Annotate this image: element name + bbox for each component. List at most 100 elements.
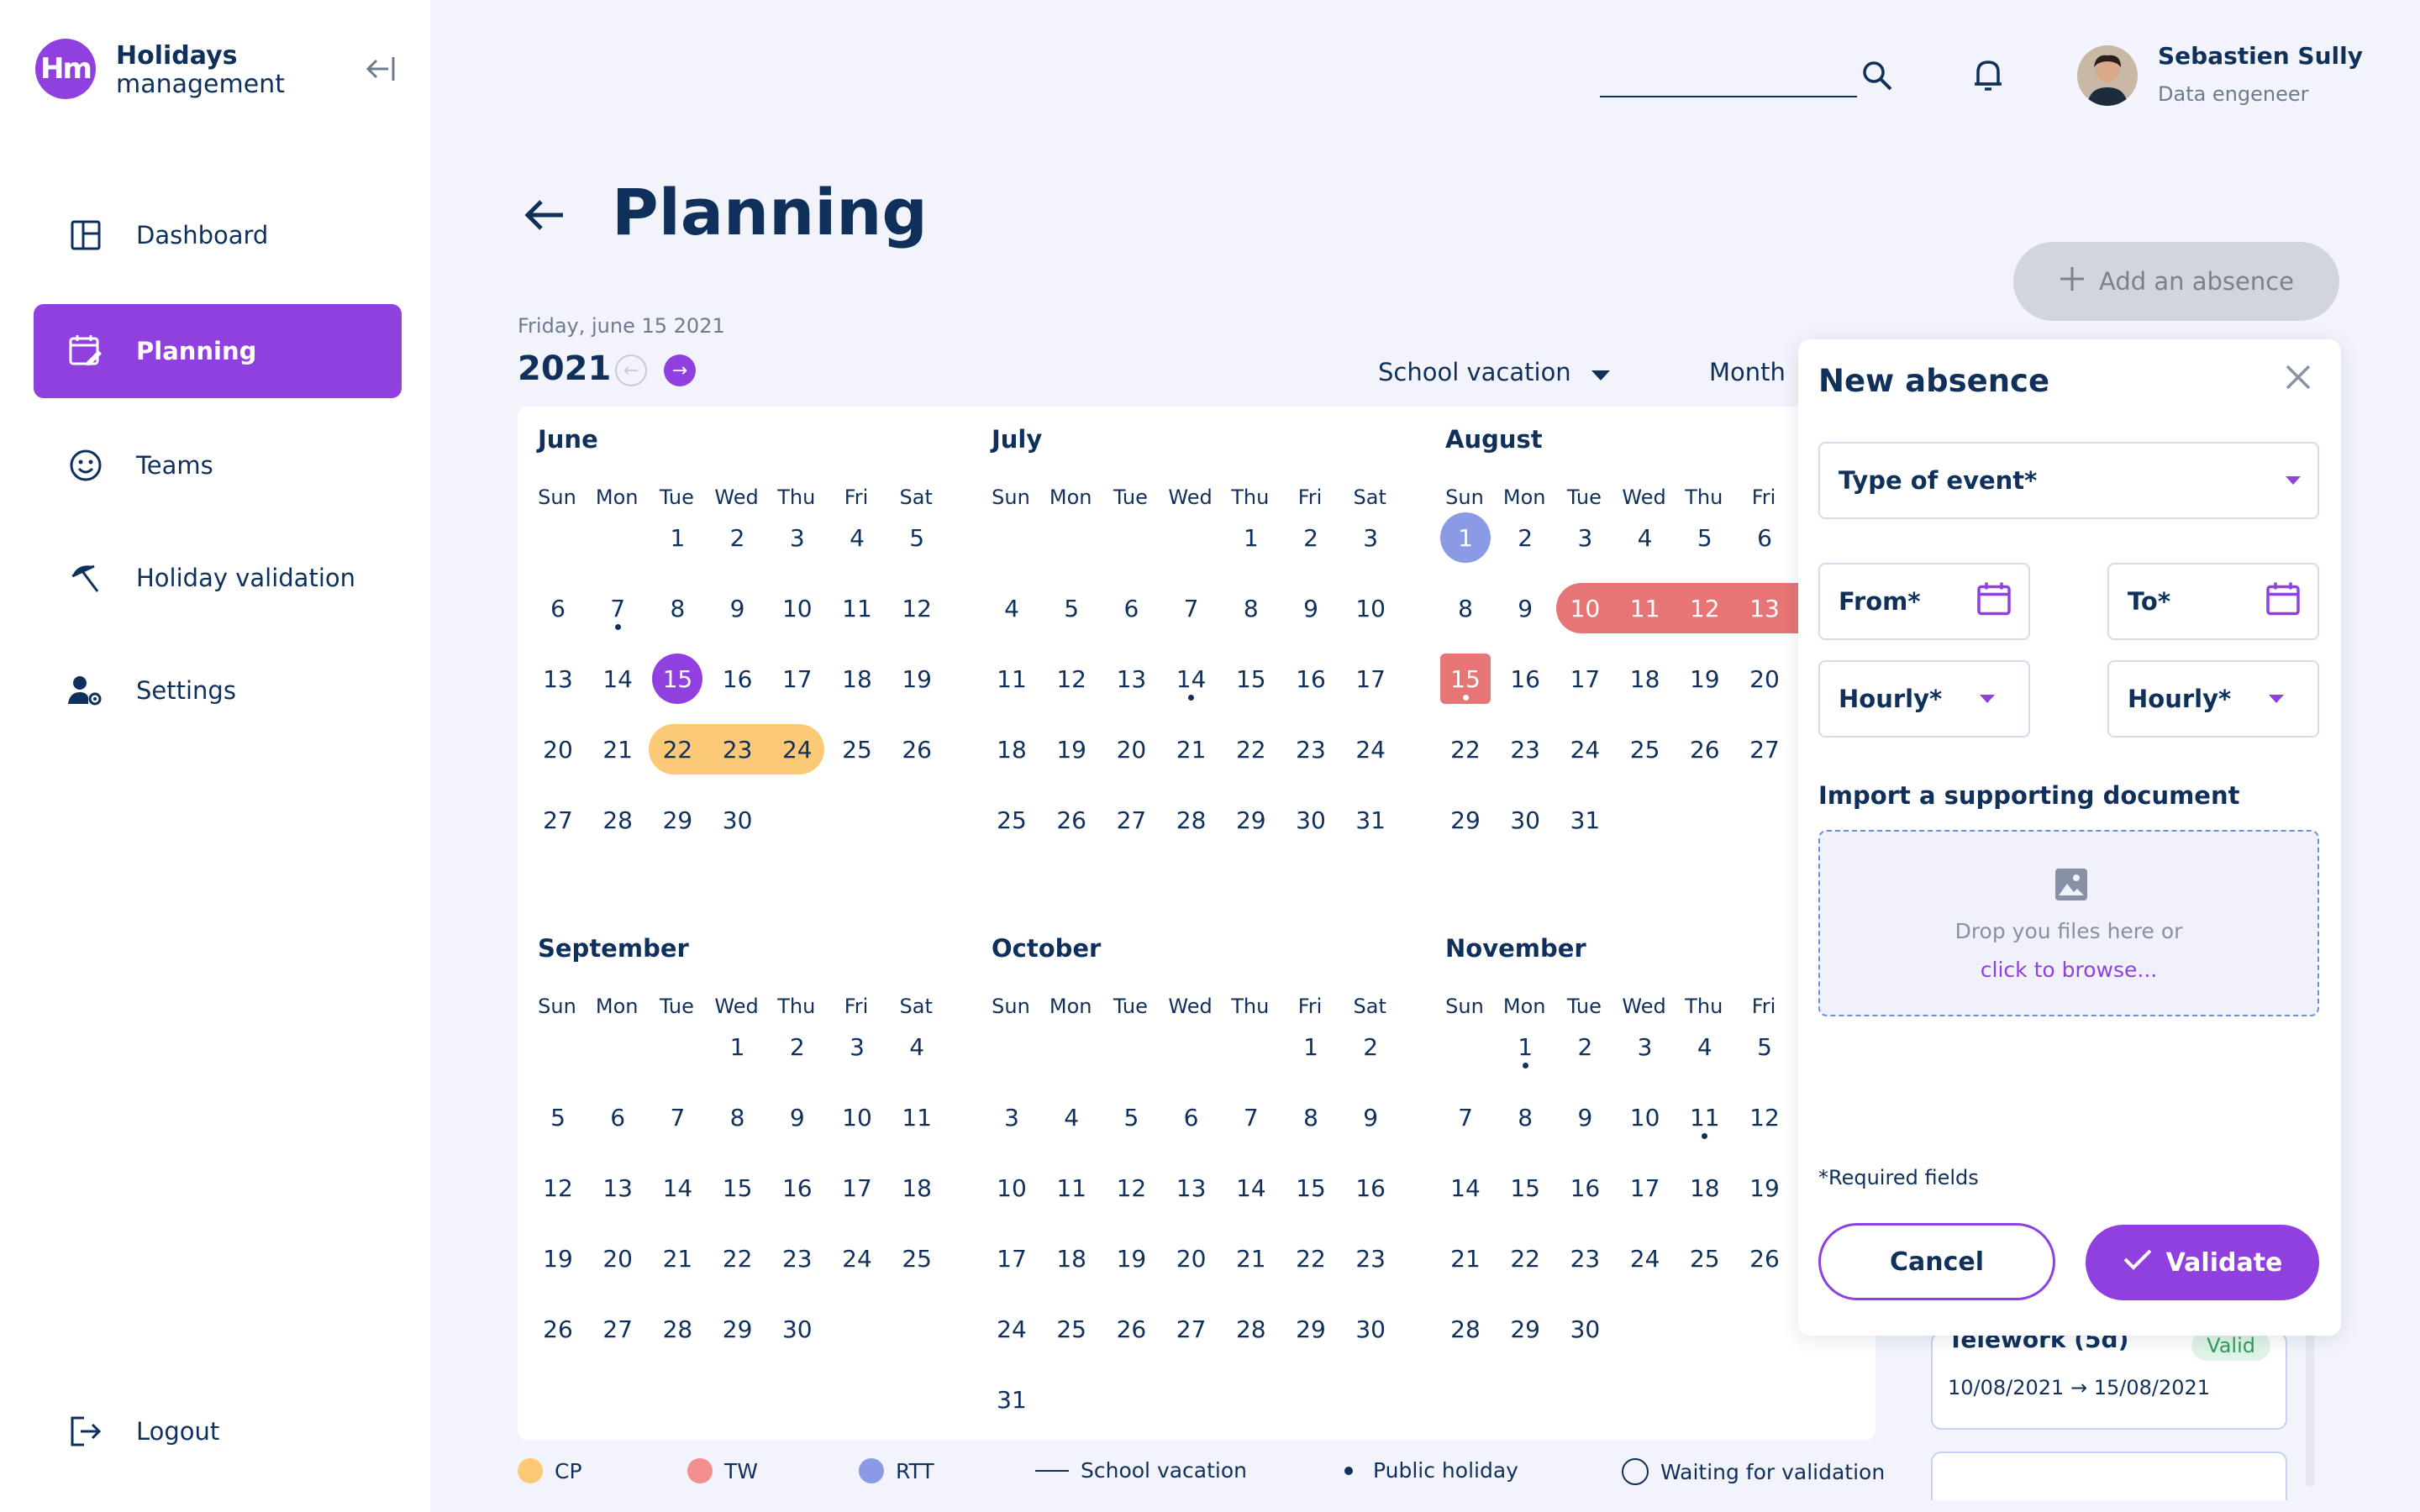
calendar-day[interactable]: 12 xyxy=(1106,1163,1156,1213)
calendar-day[interactable]: 7 xyxy=(1440,1092,1491,1142)
calendar-day[interactable]: 21 xyxy=(652,1233,702,1284)
request-card[interactable] xyxy=(1931,1452,2287,1500)
calendar-day[interactable]: 25 xyxy=(1620,724,1670,774)
calendar-day[interactable]: 15 xyxy=(1286,1163,1336,1213)
calendar-day[interactable]: 5 xyxy=(1106,1092,1156,1142)
calendar-day[interactable]: 6 xyxy=(1166,1092,1217,1142)
calendar-day[interactable]: 26 xyxy=(1046,795,1097,845)
calendar-day[interactable]: 21 xyxy=(1226,1233,1276,1284)
calendar-day[interactable]: 17 xyxy=(1345,654,1396,704)
calendar-day[interactable]: 11 xyxy=(1620,583,1670,633)
search-input[interactable] xyxy=(1600,96,1857,97)
calendar-day[interactable]: 25 xyxy=(1680,1233,1730,1284)
calendar-day[interactable]: 2 xyxy=(713,512,763,563)
calendar-day[interactable]: 4 xyxy=(1680,1021,1730,1072)
calendar-day[interactable]: 4 xyxy=(832,512,882,563)
calendar-day[interactable]: 1 xyxy=(713,1021,763,1072)
file-dropzone[interactable]: Drop you files here or click to browse..… xyxy=(1818,830,2319,1016)
calendar-day[interactable]: 7 xyxy=(652,1092,702,1142)
next-year-button[interactable]: → xyxy=(664,354,696,386)
calendar-day[interactable]: 10 xyxy=(1345,583,1396,633)
event-type-select[interactable]: Type of event* xyxy=(1818,442,2319,519)
calendar-day[interactable]: 26 xyxy=(1680,724,1730,774)
calendar-day[interactable]: 28 xyxy=(652,1304,702,1354)
calendar-day[interactable]: 26 xyxy=(1106,1304,1156,1354)
calendar-day[interactable]: 14 xyxy=(1226,1163,1276,1213)
calendar-day[interactable]: 10 xyxy=(1560,583,1610,633)
calendar-day[interactable]: 29 xyxy=(652,795,702,845)
validate-button[interactable]: Validate xyxy=(2086,1225,2319,1300)
calendar-day[interactable]: 19 xyxy=(1046,724,1097,774)
calendar-day[interactable]: 1 xyxy=(1500,1021,1550,1072)
calendar-day[interactable]: 24 xyxy=(772,724,823,774)
calendar-day[interactable]: 7 xyxy=(1166,583,1217,633)
calendar-day[interactable]: 3 xyxy=(832,1021,882,1072)
calendar-day[interactable]: 31 xyxy=(986,1374,1037,1425)
calendar-day[interactable]: 5 xyxy=(533,1092,583,1142)
calendar-day[interactable]: 4 xyxy=(892,1021,942,1072)
calendar-day[interactable]: 9 xyxy=(1345,1092,1396,1142)
calendar-day[interactable]: 3 xyxy=(1345,512,1396,563)
calendar-day[interactable]: 3 xyxy=(1560,512,1610,563)
add-absence-button[interactable]: Add an absence xyxy=(2013,242,2339,321)
calendar-day[interactable]: 18 xyxy=(832,654,882,704)
calendar-day[interactable]: 3 xyxy=(986,1092,1037,1142)
calendar-day[interactable]: 11 xyxy=(832,583,882,633)
calendar-day[interactable]: 8 xyxy=(652,583,702,633)
calendar-day[interactable]: 16 xyxy=(1500,654,1550,704)
calendar-day[interactable]: 23 xyxy=(1560,1233,1610,1284)
browse-link[interactable]: click to browse... xyxy=(1820,958,2317,982)
calendar-day[interactable]: 13 xyxy=(1166,1163,1217,1213)
calendar-day[interactable]: 21 xyxy=(1440,1233,1491,1284)
calendar-day[interactable]: 1 xyxy=(652,512,702,563)
calendar-day[interactable]: 8 xyxy=(1440,583,1491,633)
calendar-day[interactable]: 7 xyxy=(1226,1092,1276,1142)
calendar-day[interactable]: 29 xyxy=(713,1304,763,1354)
calendar-day[interactable]: 17 xyxy=(772,654,823,704)
calendar-day[interactable]: 13 xyxy=(1106,654,1156,704)
calendar-day[interactable]: 20 xyxy=(1739,654,1790,704)
calendar-day[interactable]: 25 xyxy=(986,795,1037,845)
sidebar-item-teams[interactable]: Teams xyxy=(34,418,402,512)
calendar-day[interactable]: 26 xyxy=(1739,1233,1790,1284)
calendar-day[interactable]: 27 xyxy=(1739,724,1790,774)
calendar-day[interactable]: 6 xyxy=(1739,512,1790,563)
calendar-day[interactable]: 16 xyxy=(713,654,763,704)
calendar-day[interactable]: 18 xyxy=(1046,1233,1097,1284)
calendar-day[interactable]: 25 xyxy=(832,724,882,774)
calendar-day[interactable]: 21 xyxy=(1166,724,1217,774)
calendar-day[interactable]: 3 xyxy=(772,512,823,563)
calendar-day[interactable]: 4 xyxy=(986,583,1037,633)
calendar-day[interactable]: 11 xyxy=(1680,1092,1730,1142)
hourly-to-select[interactable]: Hourly* xyxy=(2107,660,2319,738)
calendar-day[interactable]: 13 xyxy=(533,654,583,704)
calendar-day[interactable]: 10 xyxy=(986,1163,1037,1213)
calendar-day[interactable]: 27 xyxy=(533,795,583,845)
back-arrow-icon[interactable] xyxy=(521,192,568,242)
calendar-day[interactable]: 31 xyxy=(1560,795,1610,845)
calendar-day[interactable]: 22 xyxy=(1226,724,1276,774)
calendar-day[interactable]: 27 xyxy=(1166,1304,1217,1354)
calendar-day[interactable]: 11 xyxy=(892,1092,942,1142)
calendar-day[interactable]: 24 xyxy=(986,1304,1037,1354)
calendar-day[interactable]: 15 xyxy=(1500,1163,1550,1213)
calendar-day[interactable]: 23 xyxy=(1345,1233,1396,1284)
calendar-day[interactable]: 22 xyxy=(1440,724,1491,774)
calendar-day[interactable]: 29 xyxy=(1500,1304,1550,1354)
calendar-day[interactable]: 23 xyxy=(1500,724,1550,774)
calendar-day[interactable]: 27 xyxy=(1106,795,1156,845)
calendar-day[interactable]: 4 xyxy=(1046,1092,1097,1142)
calendar-day[interactable]: 13 xyxy=(1739,583,1790,633)
calendar-day[interactable]: 12 xyxy=(1739,1092,1790,1142)
calendar-day[interactable]: 28 xyxy=(1440,1304,1491,1354)
calendar-day[interactable]: 24 xyxy=(1345,724,1396,774)
calendar-day[interactable]: 8 xyxy=(1226,583,1276,633)
calendar-day[interactable]: 20 xyxy=(592,1233,643,1284)
calendar-day[interactable]: 17 xyxy=(986,1233,1037,1284)
calendar-day[interactable]: 25 xyxy=(1046,1304,1097,1354)
calendar-day[interactable]: 20 xyxy=(533,724,583,774)
calendar-day[interactable]: 23 xyxy=(772,1233,823,1284)
calendar-day[interactable]: 1 xyxy=(1226,512,1276,563)
previous-year-button[interactable]: ← xyxy=(615,354,647,386)
calendar-day[interactable]: 22 xyxy=(652,724,702,774)
